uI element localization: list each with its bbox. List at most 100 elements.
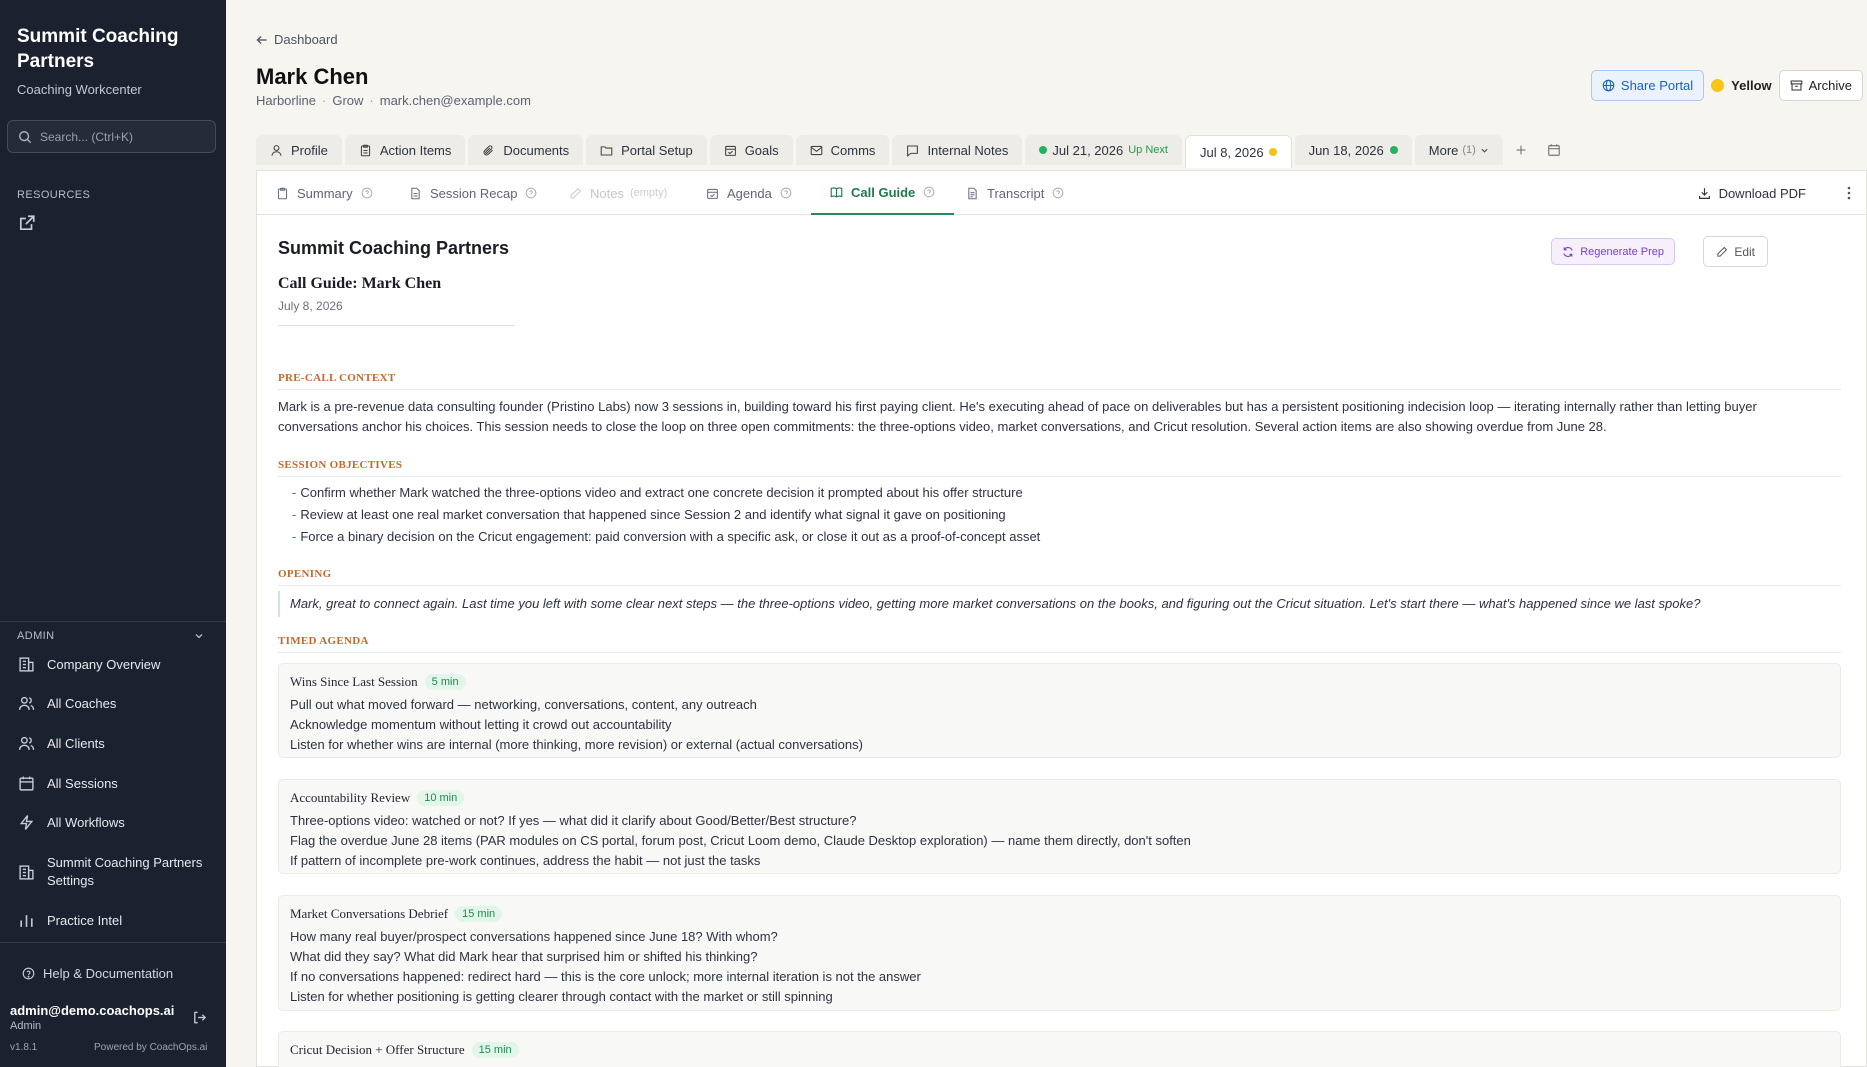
archive-icon — [1790, 80, 1802, 91]
help-circle-icon[interactable] — [923, 186, 935, 198]
nav-label: All Clients — [47, 736, 105, 751]
archive-button[interactable]: Archive — [1778, 70, 1863, 101]
download-label: Download PDF — [1718, 185, 1806, 201]
nav-label: Company Overview — [47, 657, 161, 672]
nav-company-overview[interactable]: Company Overview — [18, 656, 160, 673]
tab-documents[interactable]: Documents — [468, 135, 584, 165]
client-stage: Grow — [332, 93, 364, 108]
external-link-icon[interactable] — [18, 214, 36, 232]
objective-item: - Force a binary decision on the Cricut e… — [292, 529, 1040, 544]
status-badge[interactable]: Yellow — [1711, 78, 1772, 93]
tab-session-current[interactable]: Jul 8, 2026 — [1184, 135, 1292, 168]
edit-label: Edit — [1734, 244, 1755, 259]
duration-badge: 5 min — [424, 674, 466, 690]
plus-icon — [1516, 145, 1526, 155]
agenda-title: Cricut Decision + Offer Structure — [290, 1042, 465, 1057]
nav-all-sessions[interactable]: All Sessions — [18, 775, 118, 792]
client-email: mark.chen@example.com — [379, 93, 531, 108]
tab-label: Goals — [744, 142, 779, 158]
help-circle-icon[interactable] — [780, 187, 792, 199]
subtab-notes[interactable]: Notes (empty) — [569, 171, 667, 215]
chevron-down-icon — [1481, 148, 1488, 153]
subtab-call-guide[interactable]: Call Guide — [811, 171, 955, 215]
session-subtabs: Summary Session Recap Notes (empty) Agen… — [257, 171, 1866, 215]
agenda-block: Wins Since Last Session 5 min Pull out w… — [278, 663, 1841, 758]
help-link[interactable]: Help & Documentation — [22, 966, 173, 981]
nav-label: Practice Intel — [47, 913, 123, 928]
nav-all-clients[interactable]: All Clients — [18, 735, 105, 752]
agenda-line: Three-options video: watched or not? If … — [290, 813, 857, 828]
subtab-agenda[interactable]: Agenda — [706, 171, 792, 215]
nav-settings[interactable]: Summit Coaching Partners Settings — [18, 854, 208, 890]
tab-session-next[interactable]: Jul 21, 2026 Up Next — [1025, 135, 1182, 165]
divider — [278, 389, 1841, 390]
session-status-dot — [1389, 146, 1398, 154]
agenda-line: Listen for whether wins are internal (mo… — [290, 737, 863, 752]
more-vertical-icon[interactable] — [1842, 185, 1856, 201]
tab-label: Jul 21, 2026 — [1052, 142, 1124, 158]
add-session-button[interactable] — [1506, 135, 1536, 165]
brand: Summit Coaching Partners Coaching Workce… — [17, 24, 217, 97]
lightning-icon — [19, 815, 34, 830]
subtab-summary[interactable]: Summary — [276, 171, 373, 215]
more-count: (1) — [1462, 144, 1476, 156]
help-circle-icon — [22, 967, 35, 980]
schedule-session-button[interactable] — [1539, 135, 1569, 165]
back-link[interactable]: Dashboard — [256, 32, 338, 47]
arrow-left-icon — [256, 35, 267, 44]
download-icon — [1698, 187, 1710, 199]
tab-comms[interactable]: Comms — [795, 135, 890, 165]
tab-portal-setup[interactable]: Portal Setup — [586, 135, 707, 165]
help-circle-icon[interactable] — [1052, 187, 1064, 199]
calendar-check-icon — [707, 188, 718, 199]
tab-action-items[interactable]: Action Items — [344, 135, 466, 165]
folder-icon — [600, 145, 613, 155]
agenda-line: How many real buyer/prospect conversatio… — [290, 929, 778, 944]
download-pdf-button[interactable]: Download PDF — [1698, 171, 1806, 215]
duration-badge: 15 min — [471, 1042, 519, 1058]
search-input[interactable] — [40, 129, 210, 144]
precall-text: Mark is a pre-revenue data consulting fo… — [278, 399, 1757, 434]
tab-label: Internal Notes — [927, 142, 1009, 158]
agenda-block: Cricut Decision + Offer Structure 15 min — [278, 1031, 1841, 1067]
divider — [278, 476, 1841, 477]
agenda-line: Listen for whether positioning is gettin… — [290, 989, 833, 1004]
subtab-transcript[interactable]: Transcript — [966, 171, 1064, 215]
users-icon — [18, 736, 35, 750]
help-circle-icon[interactable] — [361, 187, 373, 199]
help-label: Help & Documentation — [43, 966, 174, 981]
nav-all-workflows[interactable]: All Workflows — [18, 814, 125, 831]
divider — [0, 942, 226, 943]
tab-internal-notes[interactable]: Internal Notes — [892, 135, 1023, 165]
subtab-session-recap[interactable]: Session Recap — [409, 171, 537, 215]
edit-button[interactable]: Edit — [1703, 236, 1768, 267]
agenda-line: What did they say? What did Mark hear th… — [290, 949, 758, 964]
share-portal-button[interactable]: Share Portal — [1590, 70, 1705, 101]
nav-all-coaches[interactable]: All Coaches — [18, 695, 116, 712]
nav-label: All Coaches — [47, 696, 117, 711]
section-heading-agenda: TIMED AGENDA — [278, 635, 369, 647]
tab-profile[interactable]: Profile — [256, 135, 342, 165]
logout-icon[interactable] — [192, 1010, 207, 1025]
agenda-line: Acknowledge momentum without letting it … — [290, 717, 672, 732]
search-icon — [19, 130, 32, 143]
client-company: Harborline — [256, 93, 316, 108]
divider — [278, 585, 1841, 586]
tab-label: Documents — [503, 142, 570, 158]
separator: · — [321, 93, 327, 108]
nav-label: All Sessions — [47, 776, 118, 791]
calendar-icon — [19, 776, 34, 791]
section-heading-opening: OPENING — [278, 568, 332, 580]
tab-label: Profile — [291, 142, 328, 158]
nav-practice-intel[interactable]: Practice Intel — [18, 912, 122, 929]
section-heading-precall: PRE-CALL CONTEXT — [278, 372, 396, 384]
objective-text: Force a binary decision on the Cricut en… — [300, 529, 1041, 544]
chevron-down-icon[interactable] — [194, 631, 204, 641]
tab-label: More — [1428, 142, 1459, 158]
help-circle-icon[interactable] — [525, 187, 537, 199]
tab-goals[interactable]: Goals — [709, 135, 793, 165]
search-box[interactable] — [7, 120, 216, 153]
tab-more[interactable]: More (1) — [1414, 135, 1503, 165]
tab-session-past[interactable]: Jun 18, 2026 — [1294, 135, 1412, 165]
regenerate-prep-button[interactable]: Regenerate Prep — [1551, 238, 1675, 265]
